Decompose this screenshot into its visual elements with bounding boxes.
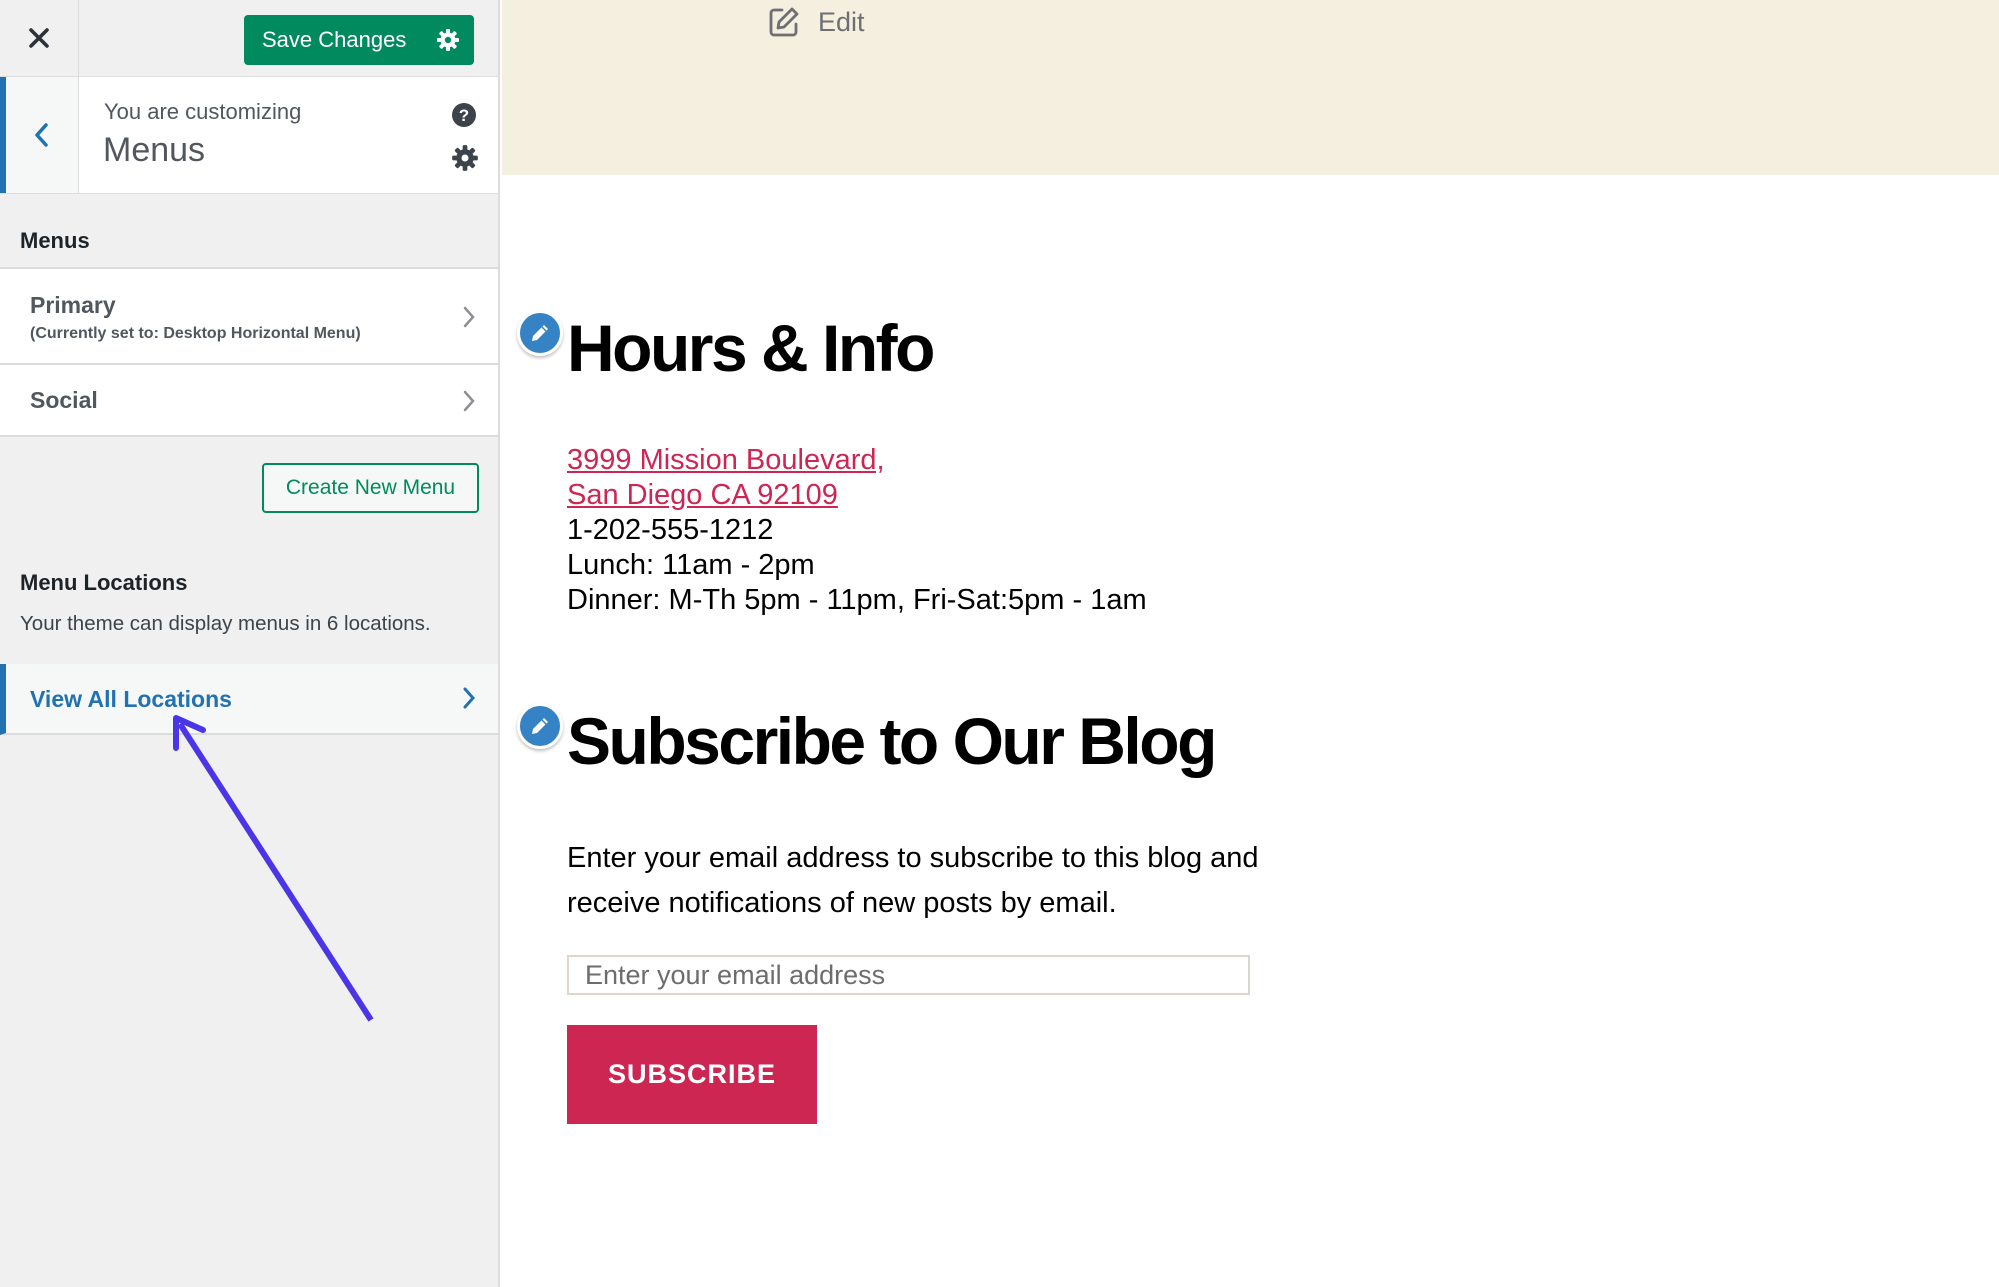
edit-icon <box>769 7 799 37</box>
menu-item-subtitle: (Currently set to: Desktop Horizontal Me… <box>30 325 361 342</box>
site-preview: Edit Hours & Info 3999 Mission Boulevard… <box>502 0 1999 1287</box>
pencil-icon <box>532 325 548 341</box>
close-icon <box>29 28 49 48</box>
menu-item-name: Social <box>30 387 98 413</box>
customizing-label: You are customizing <box>104 99 302 124</box>
menu-item-primary[interactable]: Primary (Currently set to: Desktop Horiz… <box>0 267 498 365</box>
edit-label: Edit <box>818 6 865 37</box>
help-icon[interactable]: ? <box>451 102 477 128</box>
chevron-right-icon <box>463 306 475 328</box>
save-changes-label: Save Changes <box>262 27 407 52</box>
gear-icon[interactable] <box>436 28 460 52</box>
address-link-line1[interactable]: 3999 Mission Boulevard, <box>567 443 1147 478</box>
address-link-line2[interactable]: San Diego CA 92109 <box>567 478 1147 513</box>
edit-widget-shortcut[interactable] <box>517 703 563 749</box>
menu-locations-description: Your theme can display menus in 6 locati… <box>20 612 431 635</box>
chevron-right-icon <box>463 687 476 709</box>
menu-item-social[interactable]: Social <box>0 365 498 437</box>
edit-link[interactable]: Edit <box>768 6 865 38</box>
menu-item-name: Primary <box>30 292 116 318</box>
customizer-sidebar: Save Changes You are customizing Menus ?… <box>0 0 500 1287</box>
phone-number: 1-202-555-1212 <box>567 514 774 546</box>
site-header: Edit <box>502 0 1999 175</box>
hours-info-content: 3999 Mission Boulevard, San Diego CA 921… <box>567 443 1147 618</box>
menus-section-title: Menus <box>20 228 90 253</box>
hours-info-title: Hours & Info <box>567 311 935 385</box>
pencil-icon <box>532 718 548 734</box>
menu-locations-title: Menu Locations <box>20 570 188 595</box>
customizer-topbar: Save Changes <box>0 0 498 77</box>
edit-widget-shortcut[interactable] <box>517 310 563 356</box>
back-button[interactable] <box>0 77 79 193</box>
email-input[interactable] <box>567 955 1250 995</box>
svg-text:?: ? <box>459 106 469 125</box>
gear-icon[interactable] <box>451 144 479 172</box>
customizing-header: You are customizing Menus ? <box>0 77 498 194</box>
subscribe-button[interactable]: SUBSCRIBE <box>567 1025 817 1124</box>
subscribe-title: Subscribe to Our Blog <box>567 704 1217 778</box>
save-changes-button[interactable]: Save Changes <box>244 15 474 65</box>
create-new-menu-button[interactable]: Create New Menu <box>262 463 479 513</box>
view-all-locations-button[interactable]: View All Locations <box>0 664 498 735</box>
chevron-right-icon <box>463 390 475 412</box>
chevron-left-icon <box>35 123 48 147</box>
customizing-title: Menus <box>103 131 206 169</box>
close-customizer-button[interactable] <box>0 0 79 76</box>
view-all-locations-label: View All Locations <box>30 686 232 712</box>
dinner-hours: Dinner: M-Th 5pm - 11pm, Fri-Sat:5pm - 1… <box>567 584 1147 616</box>
subscribe-description: Enter your email address to subscribe to… <box>567 842 1259 919</box>
lunch-hours: Lunch: 11am - 2pm <box>567 549 815 581</box>
